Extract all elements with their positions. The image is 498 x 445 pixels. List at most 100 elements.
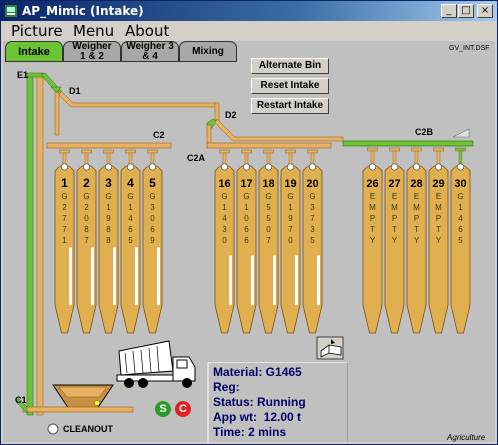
pipe-d2-c2b [214, 118, 344, 142]
bin-4-content-char: 1 [128, 203, 133, 212]
bin-19-number: 19 [284, 178, 296, 190]
maximize-button[interactable]: □ [458, 4, 474, 18]
bin-2[interactable]: 2 G 2 0 8 7 [76, 149, 97, 334]
bin-20-lamp [308, 163, 316, 171]
bin-18-content-char: G [265, 192, 271, 201]
bin-29-content-char: P [436, 214, 441, 223]
bin-28[interactable]: 28 EMPTY [406, 147, 427, 334]
bin-2-content-char: 7 [84, 236, 89, 245]
bin-26-content-char: Y [370, 236, 376, 245]
bin-19[interactable]: 19G1970 [280, 149, 301, 334]
bin-20-content-char: 7 [310, 214, 315, 223]
bin-30-content-char: 1 [458, 203, 463, 212]
alternate-bin-button[interactable]: Alternate Bin [251, 58, 329, 74]
bins-group: 1G27712G20873G19884G14655G306916G143017G… [54, 147, 471, 334]
menu-about[interactable]: About [125, 22, 169, 40]
bin-2-content-char: 8 [84, 225, 89, 234]
bin-27-content-char: E [392, 192, 397, 201]
bin-20[interactable]: 20 G 3 7 3 5 [302, 149, 323, 334]
watermark: Agriculture [447, 433, 486, 442]
bin-5[interactable]: 5 G 3 0 6 9 [142, 149, 163, 334]
bin-5-content-char: 0 [150, 214, 155, 223]
bin-3-number: 3 [105, 176, 112, 190]
bin-2-content-char: G [83, 192, 89, 201]
truck-icon [116, 340, 196, 388]
pipe-d2-drop [214, 102, 220, 122]
conveyor-c2 [46, 142, 172, 149]
report-book-icon[interactable] [316, 336, 344, 360]
window-title: AP_Mimic (Intake) [22, 4, 144, 18]
bin-5-content-char: 3 [150, 203, 155, 212]
bin-30[interactable]: 30 G 1 4 6 5 [450, 147, 471, 334]
cleanout-label: CLEANOUT [63, 424, 113, 434]
label-c1: C1 [15, 395, 27, 405]
bin-26[interactable]: 26 EMPTY [362, 147, 383, 334]
bin-16-content-char: 4 [222, 214, 227, 223]
bin-3-content-char: 8 [106, 225, 111, 234]
bin-19-content-char: G [287, 192, 293, 201]
elevator-e1-left [26, 74, 34, 416]
bin-27-lamp [390, 163, 398, 171]
status-reg: Reg: [213, 380, 240, 394]
bin-29-lamp [434, 163, 442, 171]
label-c2a: C2A [187, 153, 206, 163]
bin-17[interactable]: 17 G 1 0 6 6 [236, 149, 257, 334]
spout-e1-d1 [40, 72, 64, 96]
bin-1-lamp [60, 163, 68, 171]
label-e1: E1 [17, 70, 29, 80]
bin-19-content-char: 0 [288, 236, 293, 245]
bin-27-content-char: Y [392, 236, 398, 245]
minimize-button[interactable]: _ [441, 4, 457, 18]
bin-18-content-char: 5 [266, 203, 271, 212]
stop-button[interactable]: C [175, 401, 191, 417]
bin-27-number: 27 [388, 178, 400, 190]
bin-17-content-char: 6 [244, 236, 249, 245]
bin-1[interactable]: 1 G 2 7 7 1 [54, 149, 75, 334]
bin-3-lamp [105, 163, 113, 171]
bin-28-content-char: Y [414, 236, 420, 245]
bin-30-content-char: 5 [458, 236, 463, 245]
bin-27-content-char: M [391, 203, 398, 212]
bin-3[interactable]: 3 G 1 9 8 8 [98, 149, 119, 334]
start-button[interactable]: S [155, 401, 171, 417]
bin-18-lamp [264, 163, 272, 171]
c2b-tail-indicator [452, 128, 470, 138]
bin-17-number: 17 [240, 178, 252, 190]
menu-menu[interactable]: Menu [73, 22, 114, 40]
bin-3-content-char: 8 [106, 236, 111, 245]
bin-30-lamp [456, 163, 464, 171]
bin-5-content-char: G [149, 192, 155, 201]
app-window: AP_Mimic (Intake) _ □ × Picture Menu Abo… [0, 0, 498, 445]
bin-30-number: 30 [454, 178, 466, 190]
bin-29-content-char: T [436, 225, 441, 234]
pipe-d1-d2 [58, 90, 218, 108]
bin-20-content-char: G [309, 192, 315, 201]
reset-intake-button[interactable]: Reset Intake [251, 78, 329, 94]
close-button[interactable]: × [477, 4, 493, 18]
restart-intake-button[interactable]: Restart Intake [251, 98, 329, 114]
bin-20-content-char: 5 [310, 236, 315, 245]
bin-2-content-char: 0 [84, 214, 89, 223]
bin-27-content-char: T [392, 225, 397, 234]
bin-17-content-char: 1 [244, 203, 249, 212]
bin-19-lamp [286, 163, 294, 171]
bin-27-content-char: P [392, 214, 397, 223]
bin-29[interactable]: 29 EMPTY [428, 147, 449, 334]
menu-picture[interactable]: Picture [11, 22, 63, 40]
menu-bar: Picture Menu About [1, 21, 497, 41]
bin-28-lamp [412, 163, 420, 171]
bin-5-lamp [149, 163, 157, 171]
bin-4[interactable]: 4 G 1 4 6 5 [120, 149, 141, 334]
bin-16-content-char: 1 [222, 203, 227, 212]
bin-18[interactable]: 18 G 5 5 0 7 [258, 149, 279, 334]
conveyor-c1 [22, 406, 134, 413]
bin-17-content-char: 6 [244, 225, 249, 234]
pipe-d1-c2 [54, 90, 60, 136]
bin-3-content-char: 9 [106, 214, 111, 223]
bin-1-content-char: G [61, 192, 67, 201]
bin-16[interactable]: 16 G 1 4 3 0 [214, 149, 235, 334]
conveyor-c2a [206, 142, 332, 149]
bin-27[interactable]: 27 EMPTY [384, 147, 405, 334]
cleanout-radio[interactable] [47, 423, 59, 435]
bin-26-content-char: T [370, 225, 375, 234]
